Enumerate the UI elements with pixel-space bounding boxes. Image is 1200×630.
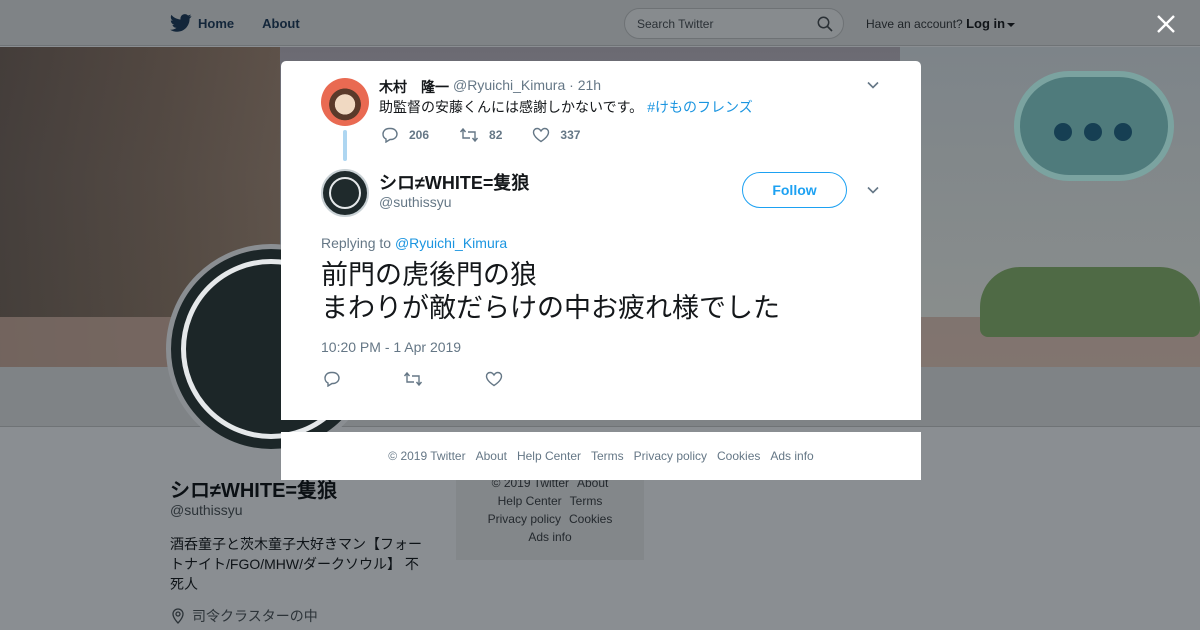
top-navigation-bar: Home About Search Twitter Have an accoun…: [0, 0, 1200, 46]
avatar-crest: [329, 177, 361, 209]
like-count: 337: [560, 128, 581, 142]
caret-down-icon[interactable]: [1007, 22, 1016, 28]
footer-link-terms[interactable]: Terms: [591, 449, 624, 463]
nav-home[interactable]: Home: [170, 14, 234, 32]
retweet-icon: [459, 127, 479, 143]
parent-tweet-body: 助監督の安藤くんには感謝しかないです。: [379, 99, 644, 115]
account-prompt: Have an account?: [866, 17, 963, 31]
search-icon[interactable]: [817, 16, 833, 32]
account-area: Have an account? Log in: [866, 16, 1016, 31]
footer-link-privacy[interactable]: Privacy policy: [634, 449, 707, 463]
reply-count: 206: [409, 128, 430, 142]
bubble-dot: [1114, 123, 1132, 141]
modal-footer: © 2019 Twitter About Help Center Terms P…: [281, 432, 921, 480]
bg-footer-link[interactable]: Cookies: [569, 512, 612, 526]
footer-copyright: © 2019 Twitter: [388, 449, 466, 463]
tweet-timestamp[interactable]: 10:20 PM - 1 Apr 2019: [321, 339, 461, 355]
login-link[interactable]: Log in: [966, 16, 1005, 31]
bg-footer-link[interactable]: Terms: [570, 494, 603, 508]
nav-left: Home About: [170, 0, 328, 46]
profile-bio: 酒呑童子と茨木童子大好きマン【フォートナイト/FGO/MHW/ダークソウル】 不…: [170, 536, 422, 592]
replying-to: Replying to @Ryuichi_Kimura: [321, 235, 507, 251]
search-placeholder: Search Twitter: [637, 17, 714, 31]
tweet-text: 前門の虎後門の狼 まわりが敵だらけの中お疲れ様でした: [321, 259, 780, 325]
parent-author-avatar[interactable]: [321, 78, 369, 126]
footer-link-about[interactable]: About: [476, 449, 507, 463]
hashtag-link[interactable]: #けものフレンズ: [647, 99, 753, 115]
profile-location: 司令クラスターの中: [170, 606, 318, 626]
bubble-dot: [1084, 123, 1102, 141]
reply-icon: [324, 371, 340, 387]
tweet-text-line: まわりが敵だらけの中お疲れ様でした: [321, 293, 780, 323]
tweet-permalink-modal: 木村 隆一 @Ryuichi_Kimura · 21h 助監督の安藤くんには感謝…: [281, 61, 921, 420]
replying-handle-link[interactable]: @Ryuichi_Kimura: [395, 235, 507, 251]
retweet-button[interactable]: [403, 371, 423, 387]
tweet-actions: [323, 371, 565, 387]
close-icon[interactable]: [1156, 14, 1176, 34]
chevron-down-icon[interactable]: [866, 78, 880, 92]
chevron-down-icon[interactable]: [866, 183, 880, 197]
speech-bubble-image: [1014, 71, 1174, 181]
banner-bush: [980, 267, 1200, 337]
retweet-icon: [403, 371, 423, 387]
footer-link-ads[interactable]: Ads info: [770, 449, 813, 463]
reply-icon: [382, 127, 398, 143]
bg-footer-link[interactable]: Privacy policy: [488, 512, 561, 526]
author-name[interactable]: シロ≠WHITE=隻狼: [379, 169, 529, 195]
footer-link-help[interactable]: Help Center: [517, 449, 581, 463]
footer-link-cookies[interactable]: Cookies: [717, 449, 760, 463]
heart-icon: [485, 371, 503, 387]
search-input[interactable]: Search Twitter: [624, 8, 844, 39]
retweet-button[interactable]: 82: [459, 127, 502, 143]
nav-about-label: About: [262, 15, 300, 31]
profile-location-label: 司令クラスターの中: [192, 608, 318, 624]
heart-icon: [533, 127, 550, 143]
reply-button[interactable]: 206: [381, 127, 429, 143]
twitter-bird-icon: [170, 14, 192, 32]
profile-handle[interactable]: @suthissyu: [170, 502, 243, 518]
like-button[interactable]: [485, 371, 503, 387]
parent-tweet-text: 助監督の安藤くんには感謝しかないです。 #けものフレンズ: [379, 97, 753, 117]
retweet-count: 82: [489, 128, 503, 142]
parent-author-name[interactable]: 木村 隆一: [379, 77, 449, 97]
location-pin-icon: [172, 608, 184, 624]
like-button[interactable]: 337: [532, 127, 580, 143]
nav-about[interactable]: About: [262, 16, 300, 31]
follow-button[interactable]: Follow: [742, 172, 847, 208]
bg-footer-link[interactable]: Help Center: [498, 494, 562, 508]
author-handle[interactable]: @suthissyu: [379, 194, 452, 210]
reply-button[interactable]: [323, 371, 341, 387]
parent-author-meta[interactable]: @Ryuichi_Kimura · 21h: [453, 77, 601, 93]
author-avatar[interactable]: [321, 169, 369, 217]
replying-prefix: Replying to: [321, 235, 392, 251]
nav-home-label: Home: [198, 15, 235, 31]
thread-connector: [343, 130, 347, 161]
bubble-dot: [1054, 123, 1072, 141]
bg-footer-link[interactable]: Ads info: [528, 530, 571, 544]
tweet-text-line: 前門の虎後門の狼: [321, 260, 537, 290]
parent-tweet-actions: 206 82 337: [381, 127, 610, 143]
background-footer: © 2019 Twitter About Help Center Terms Pri…: [456, 470, 644, 560]
